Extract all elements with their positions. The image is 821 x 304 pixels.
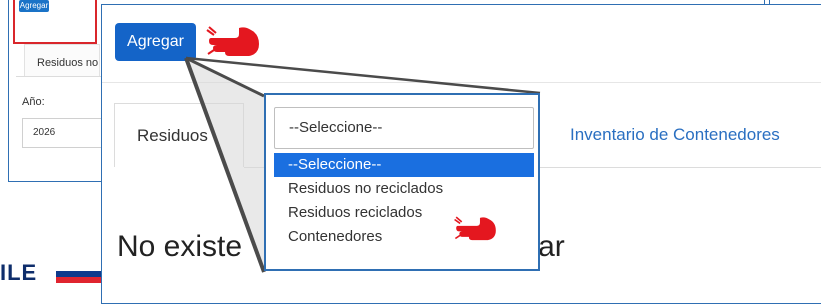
pointing-hand-icon	[454, 216, 496, 241]
type-select-value: --Seleccione--	[289, 119, 383, 136]
type-select[interactable]: --Seleccione--	[274, 107, 534, 149]
option-seleccione[interactable]: --Seleccione--	[274, 153, 534, 177]
pointing-hand-icon	[206, 26, 259, 56]
option-residuos-no-reciclados[interactable]: Residuos no reciclados	[274, 177, 534, 201]
